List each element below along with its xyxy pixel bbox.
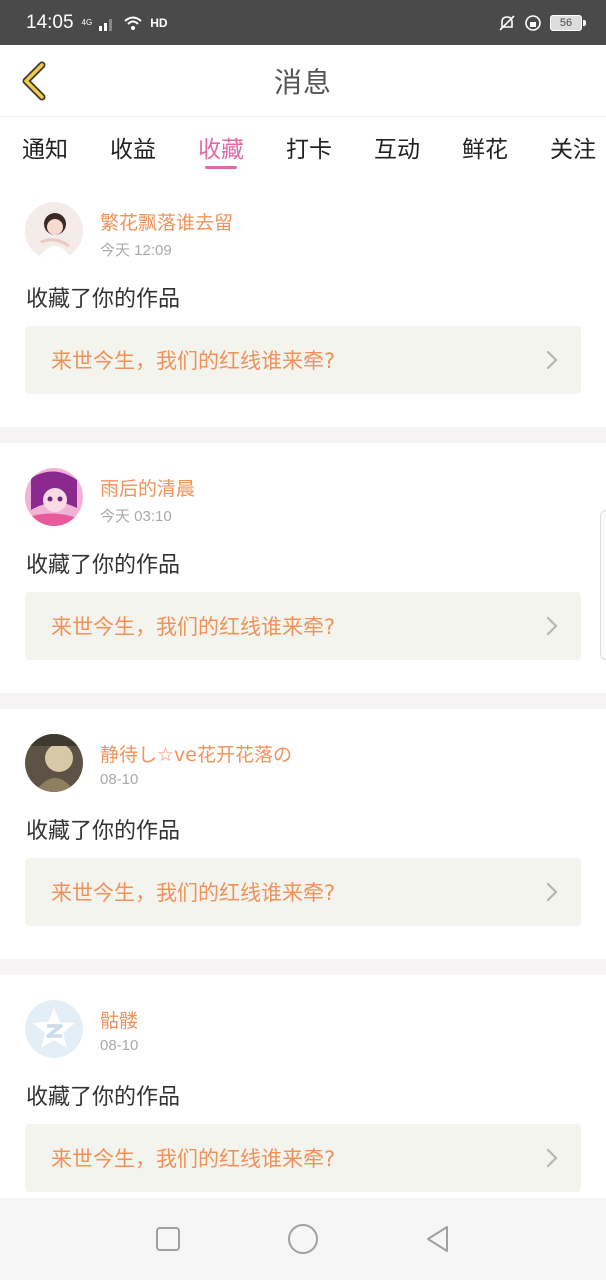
status-left: 14:05 4G HD bbox=[26, 12, 168, 34]
home-button[interactable] bbox=[283, 1219, 323, 1259]
work-title: 来世今生，我们的红线谁来牵? bbox=[51, 1147, 336, 1171]
action-text: 收藏了你的作品 bbox=[26, 1085, 181, 1110]
work-link[interactable]: 来世今生，我们的红线谁来牵? bbox=[25, 592, 581, 660]
tab-favorites[interactable]: 收藏 bbox=[198, 117, 244, 177]
tab-flowers[interactable]: 鲜花 bbox=[462, 117, 508, 177]
message-card: 静待し☆ve花开花落の 08-10 收藏了你的作品 来世今生，我们的红线谁来牵? bbox=[0, 709, 606, 959]
status-time: 14:05 bbox=[26, 11, 74, 33]
message-card: 骷髅 08-10 收藏了你的作品 来世今生，我们的红线谁来牵? bbox=[0, 975, 606, 1225]
message-card: 繁花飘落谁去留 今天 12:09 收藏了你的作品 来世今生，我们的红线谁来牵? bbox=[0, 177, 606, 427]
divider bbox=[0, 693, 606, 709]
timestamp: 08-10 bbox=[100, 1037, 139, 1054]
avatar[interactable] bbox=[25, 1000, 83, 1058]
battery-level: 56 bbox=[559, 16, 573, 29]
message-card: 雨后的清晨 今天 03:10 收藏了你的作品 来世今生，我们的红线谁来牵? bbox=[0, 443, 606, 693]
avatar[interactable] bbox=[25, 734, 83, 792]
status-bar: 14:05 4G HD 56 bbox=[0, 0, 606, 45]
divider bbox=[0, 959, 606, 975]
username[interactable]: 骷髅 bbox=[100, 1006, 138, 1033]
tab-checkin[interactable]: 打卡 bbox=[286, 117, 332, 177]
data-saver-icon bbox=[525, 14, 541, 31]
tab-notifications[interactable]: 通知 bbox=[22, 117, 68, 177]
action-text: 收藏了你的作品 bbox=[26, 287, 181, 312]
work-title: 来世今生，我们的红线谁来牵? bbox=[51, 881, 336, 905]
network-type: 4G bbox=[81, 17, 93, 27]
avatar-image-icon bbox=[25, 734, 83, 792]
page-title: 消息 bbox=[273, 65, 332, 99]
status-right: 56 bbox=[498, 14, 586, 32]
work-title: 来世今生，我们的红线谁来牵? bbox=[51, 615, 336, 639]
chevron-right-icon bbox=[546, 350, 558, 370]
username[interactable]: 雨后的清晨 bbox=[100, 474, 195, 501]
square-icon bbox=[155, 1227, 180, 1251]
timestamp: 08-10 bbox=[100, 771, 139, 788]
avatar-image-icon bbox=[25, 468, 83, 526]
battery-indicator: 56 bbox=[550, 14, 586, 31]
work-link[interactable]: 来世今生，我们的红线谁来牵? bbox=[25, 326, 581, 394]
wifi-icon bbox=[124, 16, 142, 30]
message-tabs: 通知 收益 收藏 打卡 互动 鲜花 关注 bbox=[0, 117, 606, 177]
app-header: 消息 bbox=[0, 45, 606, 117]
system-nav-bar bbox=[0, 1198, 606, 1280]
action-text: 收藏了你的作品 bbox=[26, 819, 181, 844]
back-button[interactable] bbox=[14, 59, 54, 103]
avatar[interactable] bbox=[25, 202, 83, 260]
work-title: 来世今生，我们的红线谁来牵? bbox=[51, 349, 336, 373]
tab-interactions[interactable]: 互动 bbox=[374, 117, 420, 177]
timestamp: 今天 03:10 bbox=[100, 508, 172, 525]
back-nav-button[interactable] bbox=[418, 1219, 458, 1259]
circle-icon bbox=[287, 1224, 318, 1254]
tab-following[interactable]: 关注 bbox=[550, 117, 596, 177]
edge-panel-handle[interactable] bbox=[600, 510, 606, 660]
username[interactable]: 繁花飘落谁去留 bbox=[100, 208, 233, 235]
chevron-right-icon bbox=[546, 882, 558, 902]
avatar-image-icon bbox=[25, 202, 83, 260]
work-link[interactable]: 来世今生，我们的红线谁来牵? bbox=[25, 1124, 581, 1192]
message-list: 繁花飘落谁去留 今天 12:09 收藏了你的作品 来世今生，我们的红线谁来牵? … bbox=[0, 177, 606, 1241]
timestamp: 今天 12:09 bbox=[100, 242, 172, 259]
default-avatar-icon bbox=[25, 1000, 83, 1058]
tab-earnings[interactable]: 收益 bbox=[110, 117, 156, 177]
username[interactable]: 静待し☆ve花开花落の bbox=[100, 740, 292, 767]
triangle-back-icon bbox=[427, 1226, 449, 1252]
chevron-right-icon bbox=[546, 616, 558, 636]
chevron-right-icon bbox=[546, 1148, 558, 1168]
recents-button[interactable] bbox=[148, 1219, 188, 1259]
action-text: 收藏了你的作品 bbox=[26, 553, 181, 578]
divider bbox=[0, 427, 606, 443]
signal-icon bbox=[99, 18, 113, 31]
work-link[interactable]: 来世今生，我们的红线谁来牵? bbox=[25, 858, 581, 926]
hd-label: HD bbox=[150, 15, 168, 30]
avatar[interactable] bbox=[25, 468, 83, 526]
back-arrow-icon bbox=[22, 61, 46, 101]
mute-bell-icon bbox=[499, 14, 515, 31]
